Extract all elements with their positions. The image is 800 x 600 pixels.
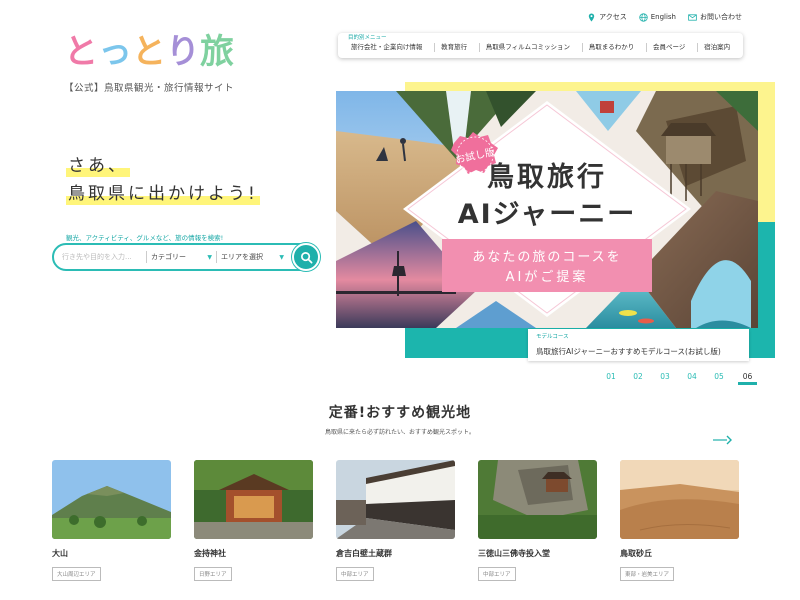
logo-wordmark: と っ と り 旅 (64, 26, 254, 74)
banner-title-line-1: 鳥取旅行 (487, 161, 607, 193)
banner-title-line-2: AIジャーニー (458, 199, 637, 230)
english-label: English (650, 13, 676, 21)
category-select[interactable]: カテゴリー ▼ (146, 251, 216, 263)
logo-char: と (132, 32, 166, 72)
mail-icon (688, 13, 697, 21)
spot-name: 倉吉白壁土蔵群 (336, 549, 392, 558)
area-select-value: エリアを選択 (221, 253, 263, 261)
contact-label: お問い合わせ (700, 13, 742, 21)
nav-item-film-commission[interactable]: 鳥取県フィルムコミッション (478, 42, 576, 52)
hero-copy: さあ、 鳥取県に出かけよう! (66, 155, 260, 205)
spot-card[interactable]: 鳥取砂丘 東部・岩美エリア (620, 460, 739, 581)
arrow-right-icon (713, 435, 732, 445)
contact-link[interactable]: お問い合わせ (688, 12, 742, 22)
nav-item-lodging[interactable]: 宿泊案内 (697, 42, 736, 52)
chevron-down-icon: ▼ (279, 253, 284, 261)
pager-item[interactable]: 04 (684, 372, 700, 385)
nav-item-about-tottori[interactable]: 鳥取まるわかり (581, 42, 641, 52)
slide-caption[interactable]: モデルコース 鳥取旅行AIジャーニーおすすめモデルコース(お試し版) (528, 329, 749, 361)
hero-line-2: 鳥取県に出かけよう! (66, 183, 260, 205)
spot-name: 大山 (52, 549, 68, 558)
kurayoshi-storehouses-photo (336, 460, 455, 539)
logo-char: っ (98, 32, 132, 72)
search-button[interactable] (292, 243, 320, 271)
area-select[interactable]: エリアを選択 ▼ (216, 251, 288, 263)
nageiredo-photo (478, 460, 597, 539)
logo-subtitle: 【公式】鳥取県観光・旅行情報サイト (64, 83, 235, 94)
pager-item[interactable]: 02 (630, 372, 646, 385)
hero-banner-slide[interactable]: お試し版 鳥取旅行 AIジャーニー あなたの旅のコースを AIがご提案 (336, 91, 758, 328)
banner-sub-line-2: AIがご提案 (506, 269, 589, 285)
spot-card[interactable]: 三徳山三佛寺投入堂 中部エリア (478, 460, 597, 581)
site-logo[interactable]: と っ と り 旅 【公式】鳥取県観光・旅行情報サイト (64, 26, 254, 94)
pager-item[interactable]: 03 (657, 372, 673, 385)
category-select-value: カテゴリー (151, 253, 186, 261)
daisen-photo (52, 460, 171, 539)
nav-item-business[interactable]: 旅行会社・企業向け情報 (345, 43, 429, 52)
access-label: アクセス (599, 13, 627, 21)
slide-caption-title: 鳥取旅行AIジャーニーおすすめモデルコース(お試し版) (536, 347, 721, 356)
purpose-menu-label: 目的別メニュー (348, 35, 387, 41)
purpose-menu: 目的別メニュー 旅行会社・企業向け情報 教育旅行 鳥取県フィルムコミッション 鳥… (338, 33, 743, 58)
spot-name: 金持神社 (194, 549, 226, 558)
spot-card[interactable]: 金持神社 日野エリア (194, 460, 313, 581)
search-hint: 観光、アクティビティ、グルメなど、旅の情報を検索! (66, 234, 224, 242)
spot-card[interactable]: 倉吉白壁土蔵群 中部エリア (336, 460, 455, 581)
logo-char: り (166, 32, 200, 72)
section-subtitle: 鳥取県に来たら必ず訪れたい、おすすめ観光スポット。 (325, 429, 475, 436)
map-pin-icon (588, 12, 595, 22)
search-bar: カテゴリー ▼ エリアを選択 ▼ (52, 243, 320, 271)
search-icon (300, 251, 312, 263)
pager-item[interactable]: 01 (603, 372, 619, 385)
tottori-sand-dunes-photo (620, 460, 739, 539)
section-title: 定番!おすすめ観光地 (328, 405, 472, 421)
spot-area-tag: 日野エリア (194, 567, 232, 581)
spot-area-tag: 東部・岩美エリア (620, 567, 675, 581)
mochigane-shrine-photo (194, 460, 313, 539)
pager-item-active[interactable]: 06 (738, 372, 757, 385)
slide-caption-tag: モデルコース (536, 334, 569, 340)
spot-area-tag: 大山周辺エリア (52, 567, 101, 581)
nav-item-education[interactable]: 教育旅行 (434, 42, 473, 52)
logo-char: 旅 (200, 32, 234, 72)
search-input[interactable] (62, 253, 146, 261)
see-more-arrow[interactable] (713, 430, 735, 449)
access-link[interactable]: アクセス (587, 12, 627, 22)
utility-nav: アクセス English お問い合わせ (587, 12, 742, 22)
spot-card[interactable]: 大山 大山周辺エリア (52, 460, 171, 581)
slide-pager: 01 02 03 04 05 06 (603, 372, 757, 385)
spot-name: 鳥取砂丘 (620, 549, 652, 558)
spot-area-tag: 中部エリア (478, 567, 516, 581)
banner-sub-line-1: あなたの旅のコースを (472, 250, 621, 265)
hero-line-1: さあ、 (66, 155, 130, 177)
nav-item-members[interactable]: 会員ページ (645, 42, 691, 52)
english-link[interactable]: English (639, 12, 676, 22)
logo-char: と (64, 32, 98, 72)
chevron-down-icon: ▼ (207, 253, 212, 261)
pager-item[interactable]: 05 (711, 372, 727, 385)
spot-area-tag: 中部エリア (336, 567, 374, 581)
globe-icon (639, 12, 648, 22)
spot-name: 三徳山三佛寺投入堂 (478, 549, 550, 558)
spot-card-list: 大山 大山周辺エリア 金持神社 日野エリア 倉吉白壁土蔵群 中部エリア 三徳山三… (52, 460, 739, 581)
